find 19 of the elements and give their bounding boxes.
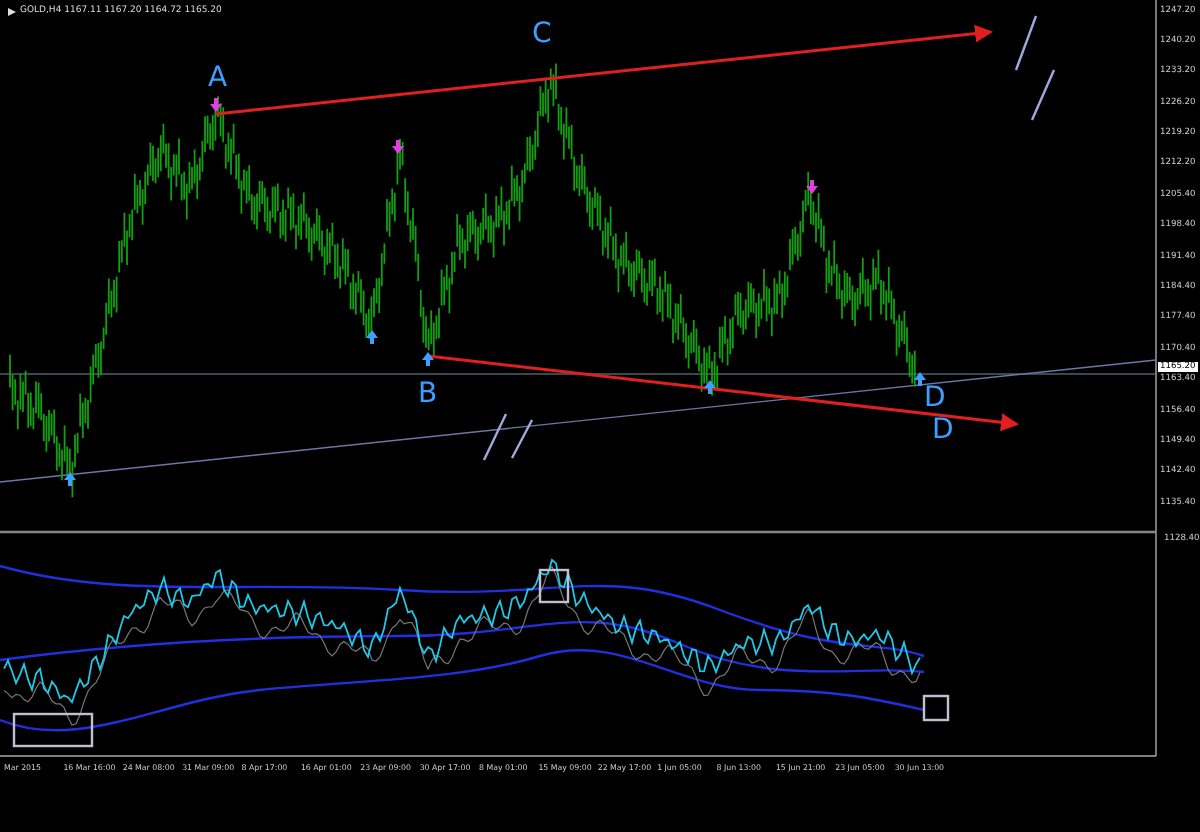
- up-arrow-icon: [64, 472, 76, 486]
- up-arrow-icon: [914, 372, 926, 386]
- down-arrow-icon: [806, 180, 818, 194]
- highlight-box: [538, 568, 570, 604]
- wave-label: C: [532, 20, 552, 48]
- highlight-box: [12, 712, 94, 748]
- break-mark-drawing: [482, 413, 534, 461]
- triangle-icon: [8, 7, 16, 15]
- down-arrow-icon: [392, 140, 404, 154]
- up-arrow-icon: [366, 330, 378, 344]
- down-arrow-icon: [210, 98, 222, 112]
- highlight-box: [922, 694, 950, 722]
- break-mark-drawing: [1014, 15, 1056, 121]
- up-arrow-icon: [704, 380, 716, 394]
- wave-label: D: [924, 384, 946, 412]
- up-arrow-icon: [422, 352, 434, 366]
- wave-label: B: [418, 380, 438, 408]
- wave-label: D: [932, 416, 954, 444]
- wave-label: A: [208, 64, 228, 92]
